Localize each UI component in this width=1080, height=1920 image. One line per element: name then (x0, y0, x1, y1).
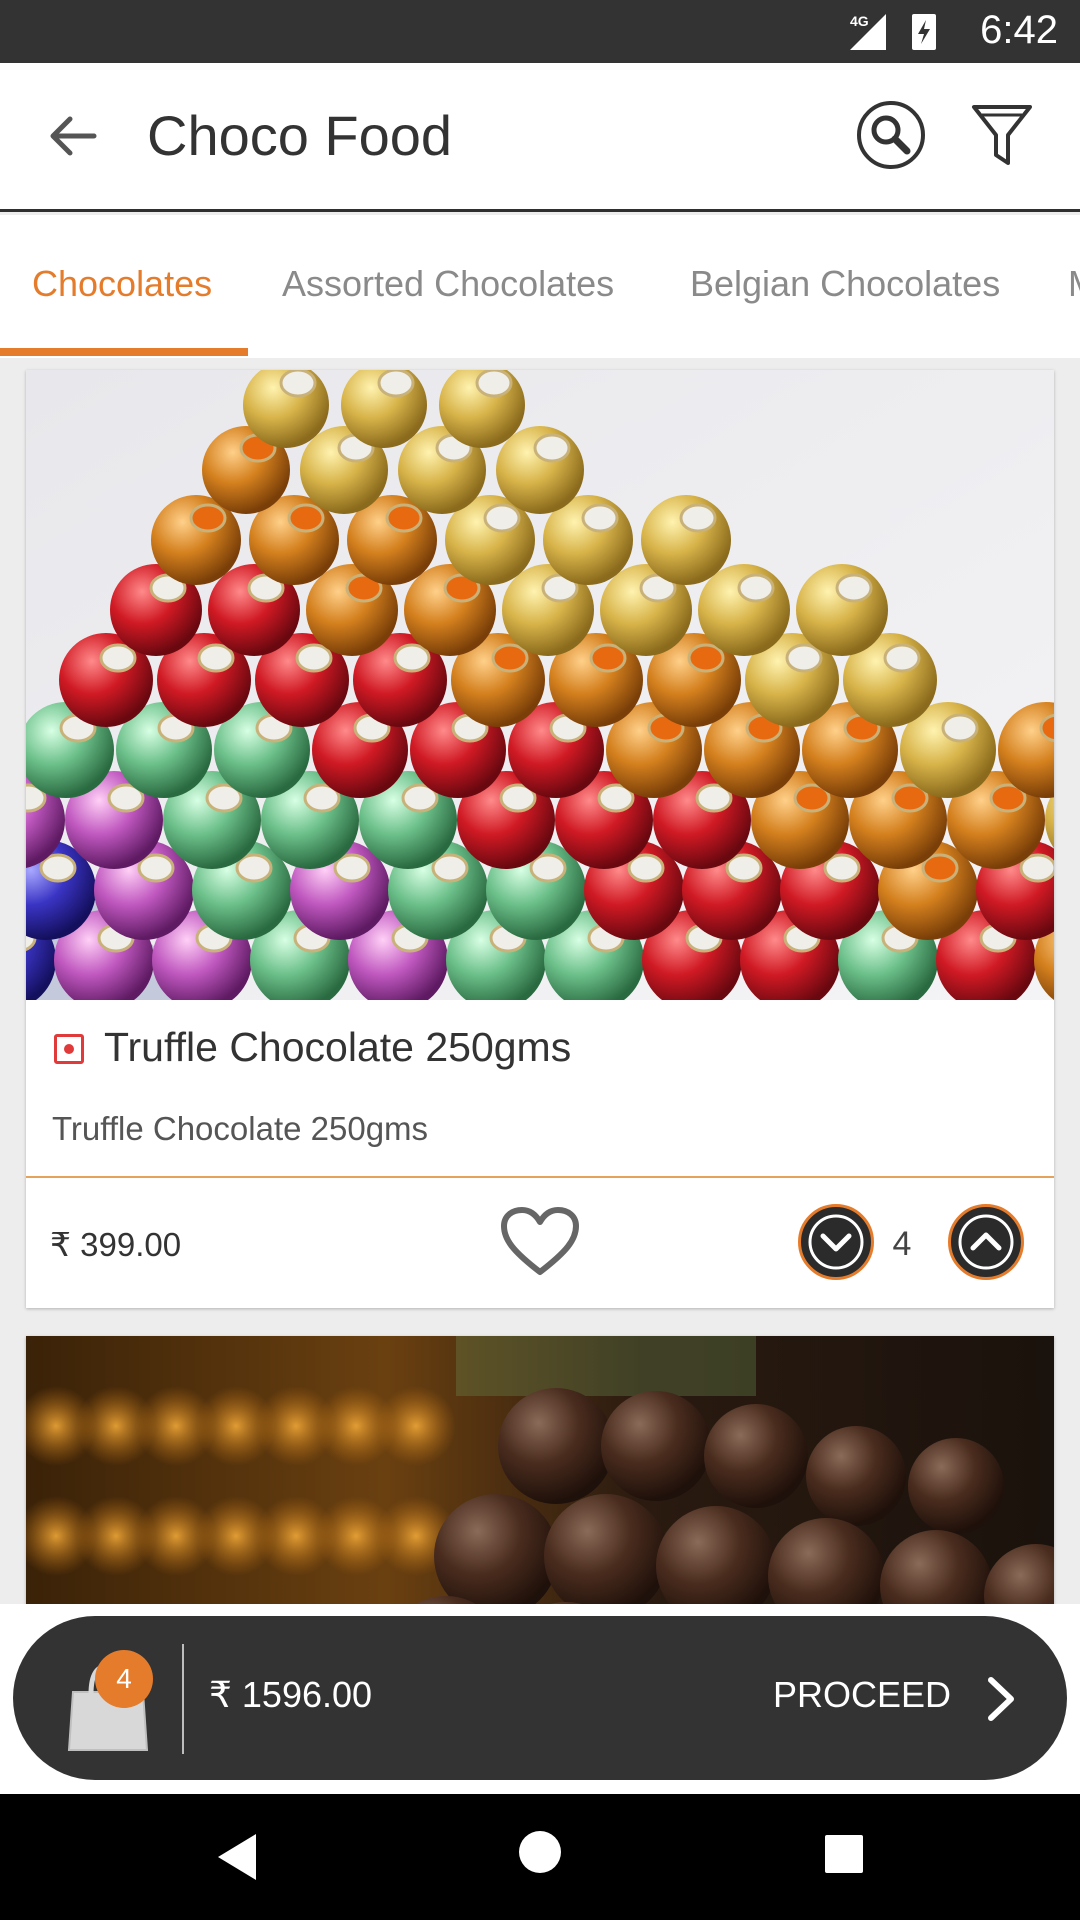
truffle-label (475, 370, 513, 398)
bokeh-light (376, 1386, 456, 1466)
cart-divider (182, 1644, 184, 1754)
cart-total: ₹ 1596.00 (209, 1674, 373, 1715)
back-arrow-icon[interactable] (42, 105, 104, 167)
nav-home-icon[interactable] (518, 1830, 562, 1874)
dark-truffle (498, 1388, 614, 1504)
status-time: 6:42 (980, 8, 1058, 52)
product-image[interactable] (26, 370, 1054, 1000)
dark-truffle (908, 1438, 1004, 1534)
truffle-label (581, 503, 619, 533)
truffle-label (529, 853, 567, 883)
truffle-label (137, 853, 175, 883)
card-divider (26, 1176, 1054, 1178)
chevron-down-icon (808, 1214, 864, 1270)
proceed-button[interactable]: PROCEED (773, 1674, 951, 1716)
tab-chocolates[interactable]: Chocolates (32, 263, 212, 305)
tab-indicator (0, 348, 248, 356)
truffle-label (941, 713, 979, 743)
truffle-label (589, 643, 627, 673)
status-bar: 4G 6:42 (0, 0, 1080, 63)
truffle-label (197, 643, 235, 673)
product-description: Truffle Chocolate 250gms (52, 1110, 429, 1147)
cart-bar[interactable]: 4 ₹ 1596.00 PROCEED (13, 1616, 1067, 1780)
dark-truffle (544, 1494, 668, 1618)
signal-icon: 4G (850, 13, 936, 50)
truffle-label (737, 573, 775, 603)
truffle-label (627, 853, 665, 883)
category-tabs: Chocolates Assorted Chocolates Belgian C… (0, 215, 1080, 358)
chevron-right-icon[interactable] (981, 1674, 1021, 1724)
tab-more[interactable]: M (1068, 263, 1080, 305)
truffle-label (1019, 853, 1054, 883)
decrease-quantity-button[interactable] (798, 1204, 874, 1280)
truffle-label (99, 643, 137, 673)
tab-assorted-chocolates[interactable]: Assorted Chocolates (282, 263, 614, 305)
truffle-label (39, 853, 77, 883)
truffle-label (431, 853, 469, 883)
truffle-label (279, 370, 317, 398)
product-price: ₹ 399.00 (50, 1226, 182, 1263)
truffle-label (823, 853, 861, 883)
truffle-label (921, 853, 959, 883)
truffle-label (835, 573, 873, 603)
truffle-label (883, 643, 921, 673)
nav-recents-icon[interactable] (824, 1834, 864, 1874)
truffle-label (385, 503, 423, 533)
truffle-label (785, 643, 823, 673)
search-icon[interactable] (855, 99, 927, 171)
dark-truffle (601, 1391, 711, 1501)
truffle-label (533, 433, 571, 463)
truffle-label (483, 503, 521, 533)
truffle-label (235, 853, 273, 883)
favorite-heart-icon[interactable] (500, 1206, 580, 1278)
tab-belgian-chocolates[interactable]: Belgian Chocolates (690, 263, 1000, 305)
truffle-label (377, 370, 415, 398)
truffle-label (491, 643, 529, 673)
network-label: 4G (850, 13, 869, 29)
increase-quantity-button[interactable] (948, 1204, 1024, 1280)
truffle-label (287, 503, 325, 533)
truffle-label (687, 643, 725, 673)
product-title[interactable]: Truffle Chocolate 250gms (104, 1024, 571, 1071)
system-nav-bar (0, 1794, 1080, 1920)
truffle-label (189, 503, 227, 533)
app-bar: Choco Food (0, 63, 1080, 212)
nav-back-icon[interactable] (212, 1830, 262, 1884)
truffle-label (295, 643, 333, 673)
quantity-value: 4 (892, 1225, 912, 1263)
truffle-label (393, 643, 431, 673)
non-veg-indicator (54, 1034, 84, 1064)
page-title: Choco Food (147, 104, 453, 167)
dark-truffle (806, 1426, 906, 1526)
truffle-label (679, 503, 717, 533)
truffle-label (725, 853, 763, 883)
cart-count-badge: 4 (95, 1650, 153, 1708)
dark-truffle (704, 1404, 808, 1508)
product-card[interactable]: Truffle Chocolate 250gms Truffle Chocola… (26, 370, 1054, 1308)
truffle-label (333, 853, 371, 883)
filter-icon[interactable] (970, 101, 1034, 169)
chevron-up-icon (958, 1214, 1014, 1270)
